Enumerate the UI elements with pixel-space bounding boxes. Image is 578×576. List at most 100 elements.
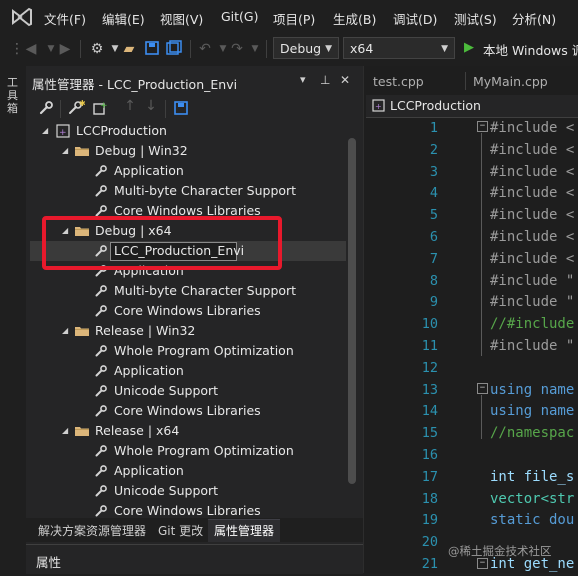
menu-view[interactable]: 视图(V) bbox=[160, 9, 203, 28]
collapse-icon[interactable]: − bbox=[477, 383, 488, 394]
menu-edit[interactable]: 编辑(E) bbox=[102, 9, 145, 28]
tab-solution-explorer[interactable]: 解决方案资源管理器 bbox=[38, 522, 146, 539]
toolbox-tab[interactable]: 工具箱 bbox=[7, 76, 21, 115]
code-line[interactable]: //namespac bbox=[490, 423, 574, 445]
toolbox-strip bbox=[0, 66, 27, 573]
wrench-icon bbox=[95, 385, 107, 397]
wrench-icon bbox=[95, 445, 107, 457]
code-line[interactable]: #include < bbox=[490, 162, 574, 184]
tree-property-sheet[interactable]: Multi-byte Character Support bbox=[94, 281, 344, 301]
save-icon[interactable] bbox=[144, 40, 160, 56]
tree-property-sheet[interactable]: Core Windows Libraries bbox=[94, 301, 344, 321]
tree-config-node[interactable]: ◢ Release | x64 bbox=[62, 421, 342, 441]
tab-separator bbox=[465, 72, 466, 90]
add-existing-property-sheet-icon[interactable]: + bbox=[91, 100, 109, 116]
line-number: 16 bbox=[421, 447, 438, 463]
wrench-icon bbox=[95, 405, 107, 417]
forward-icon[interactable]: ▶ bbox=[56, 40, 74, 58]
code-line[interactable]: #include < bbox=[490, 227, 574, 249]
line-number: 1 bbox=[429, 120, 438, 136]
menu-build[interactable]: 生成(B) bbox=[333, 9, 376, 28]
tab-git-changes[interactable]: Git 更改 bbox=[158, 522, 203, 539]
code-line[interactable]: #include " bbox=[490, 271, 574, 293]
code-line[interactable]: #include " bbox=[490, 292, 574, 314]
tree-property-sheet[interactable]: Core Windows Libraries bbox=[94, 401, 344, 421]
code-line[interactable]: #include < bbox=[490, 249, 574, 271]
collapse-icon[interactable]: − bbox=[477, 121, 488, 132]
line-number: 12 bbox=[421, 359, 438, 376]
wrench-icon[interactable] bbox=[38, 100, 54, 116]
menu-test[interactable]: 测试(S) bbox=[454, 9, 497, 28]
tree-property-sheet[interactable]: Unicode Support bbox=[94, 381, 344, 401]
folder-icon bbox=[75, 427, 89, 436]
menu-analyze[interactable]: 分析(N) bbox=[512, 9, 556, 28]
panel-options-icon[interactable]: ▾ bbox=[300, 73, 306, 86]
code-line[interactable]: #include < bbox=[490, 183, 574, 205]
wrench-icon bbox=[95, 285, 107, 297]
svg-text:✱: ✱ bbox=[79, 100, 85, 108]
code-line[interactable]: #include " bbox=[490, 336, 574, 358]
tab-test-cpp[interactable]: test.cpp bbox=[373, 74, 424, 89]
toolbar-separator bbox=[190, 40, 191, 58]
chevron-down-icon: ▼ bbox=[325, 44, 332, 54]
wrench-icon bbox=[95, 485, 107, 497]
save-all-icon[interactable] bbox=[166, 40, 182, 56]
line-number: 8 bbox=[429, 272, 438, 289]
fold-guide bbox=[481, 395, 482, 439]
move-up-icon[interactable]: ↑ bbox=[121, 98, 139, 114]
code-line[interactable]: static dou bbox=[490, 510, 574, 532]
scrollbar-thumb[interactable] bbox=[348, 138, 356, 484]
add-new-property-sheet-icon[interactable]: ✱ bbox=[67, 100, 85, 116]
line-number: 15 bbox=[421, 425, 438, 442]
code-line[interactable]: #include < bbox=[490, 140, 574, 162]
platform-select[interactable]: x64 ▼ bbox=[343, 37, 455, 59]
run-icon[interactable]: ▶ bbox=[464, 40, 474, 55]
pin-icon[interactable]: ⊥ bbox=[320, 73, 330, 87]
menu-debug[interactable]: 调试(D) bbox=[393, 9, 437, 28]
code-line[interactable]: using name bbox=[490, 401, 574, 423]
navigation-project-dropdown[interactable]: LCCProduction bbox=[390, 98, 481, 113]
svg-text:+: + bbox=[100, 101, 108, 111]
tree-property-sheet[interactable]: Whole Program Optimization bbox=[94, 441, 344, 461]
undo-icon[interactable]: ↶ bbox=[196, 40, 214, 58]
tree-property-sheet-label: Multi-byte Character Support bbox=[114, 283, 297, 298]
open-folder-icon[interactable]: ▰ bbox=[120, 40, 138, 58]
back-icon[interactable]: ◀ bbox=[22, 40, 40, 58]
tree-property-sheet-label: Unicode Support bbox=[114, 383, 219, 398]
tree-property-sheet[interactable]: Multi-byte Character Support bbox=[94, 181, 344, 201]
redo-dropdown-icon[interactable]: ▼ bbox=[246, 40, 264, 58]
code-line[interactable]: #include < bbox=[490, 205, 574, 227]
line-number: 10 bbox=[421, 316, 438, 333]
code-line[interactable]: #include < bbox=[490, 118, 574, 140]
code-line[interactable]: vector<str bbox=[490, 489, 574, 511]
tree-property-sheet-label: Application bbox=[114, 463, 184, 478]
line-number: 2 bbox=[429, 141, 438, 158]
move-down-icon[interactable]: ↓ bbox=[142, 98, 160, 114]
chevron-down-icon: ▼ bbox=[441, 44, 448, 54]
collapse-icon[interactable]: − bbox=[477, 558, 488, 569]
save-icon[interactable] bbox=[173, 100, 189, 116]
code-line[interactable]: using name bbox=[490, 380, 574, 402]
tree-property-sheet[interactable]: Whole Program Optimization bbox=[94, 341, 344, 361]
tree-property-sheet[interactable]: Unicode Support bbox=[94, 481, 344, 501]
tree-property-sheet-label: Unicode Support bbox=[114, 483, 219, 498]
new-project-icon[interactable]: ⚙ bbox=[88, 40, 106, 58]
tree-project-node[interactable]: ◢ + LCCProduction bbox=[42, 121, 342, 141]
menu-git[interactable]: Git(G) bbox=[221, 9, 259, 24]
tree-property-sheet-label: Core Windows Libraries bbox=[114, 403, 261, 418]
tree-property-sheet[interactable]: Application bbox=[94, 461, 344, 481]
redo-icon[interactable]: ↷ bbox=[228, 40, 246, 58]
run-button-label[interactable]: 本地 Windows 调 bbox=[483, 40, 578, 59]
tree-property-sheet[interactable]: Application bbox=[94, 161, 344, 181]
code-line[interactable]: //#include bbox=[490, 314, 574, 336]
code-line[interactable]: int file_s bbox=[490, 467, 574, 489]
close-icon[interactable]: ✕ bbox=[340, 73, 350, 87]
tree-property-sheet[interactable]: Application bbox=[94, 361, 344, 381]
tab-mymain-cpp[interactable]: MyMain.cpp bbox=[473, 74, 548, 89]
menu-file[interactable]: 文件(F) bbox=[44, 9, 86, 28]
tree-config-node[interactable]: ◢ Release | Win32 bbox=[62, 321, 342, 341]
configuration-select[interactable]: Debug ▼ bbox=[273, 37, 339, 59]
menu-project[interactable]: 项目(P) bbox=[273, 9, 315, 28]
tab-property-manager[interactable]: 属性管理器 bbox=[214, 522, 274, 539]
tree-config-node[interactable]: ◢ Debug | Win32 bbox=[62, 141, 342, 161]
